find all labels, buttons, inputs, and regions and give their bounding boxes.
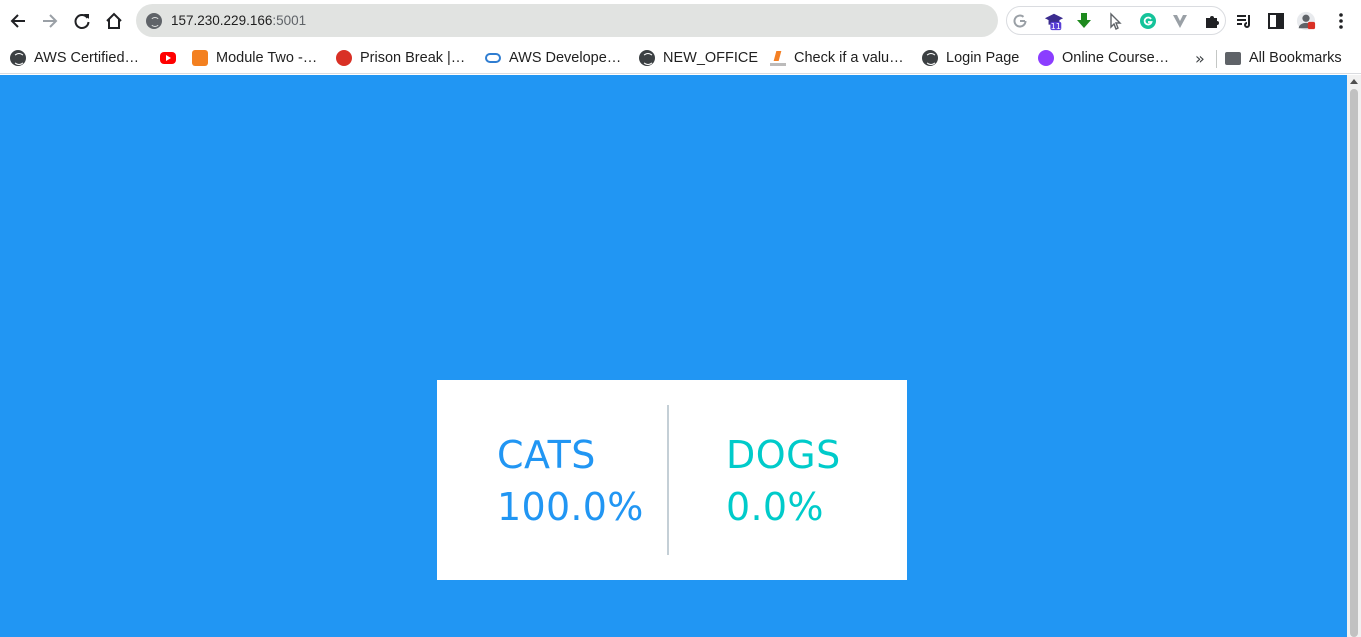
- scroll-up-arrow-icon[interactable]: [1350, 79, 1358, 84]
- prison-break-icon: [336, 50, 352, 66]
- reload-icon[interactable]: [70, 9, 94, 33]
- browser-toolbar: 157.230.229.166:5001 11: [0, 0, 1361, 42]
- back-arrow-icon[interactable]: [6, 9, 30, 33]
- youtube-icon: [160, 52, 176, 64]
- download-arrow-icon[interactable]: [1074, 11, 1094, 31]
- bookmark-label: NEW_OFFICE: [663, 50, 759, 66]
- all-bookmarks-button[interactable]: All Bookmarks: [1225, 47, 1342, 69]
- menu-kebab-icon[interactable]: [1331, 11, 1351, 31]
- address-bar[interactable]: 157.230.229.166:5001: [136, 4, 998, 37]
- bookmark-check-if-value[interactable]: Check if a valu…: [770, 47, 904, 69]
- bookmark-label: Prison Break |…: [360, 50, 466, 66]
- all-bookmarks-label: All Bookmarks: [1249, 50, 1342, 66]
- bookmark-youtube[interactable]: [160, 47, 184, 69]
- stackoverflow-icon: [770, 50, 786, 66]
- results-card: CATS 100.0% DOGS 0.0%: [437, 380, 907, 580]
- bookmark-aws-certified[interactable]: AWS Certified…: [10, 47, 139, 69]
- bookmark-module-two[interactable]: Module Two -…: [192, 47, 317, 69]
- bookmarks-bar: AWS Certified… Module Two -… Prison Brea…: [0, 42, 1361, 74]
- folder-icon: [1225, 51, 1241, 65]
- globe-icon: [10, 50, 26, 66]
- bookmark-label: Check if a valu…: [794, 50, 904, 66]
- google-icon[interactable]: [1010, 11, 1030, 31]
- site-info-icon[interactable]: [146, 12, 162, 29]
- bookmark-new-office[interactable]: NEW_OFFICE: [639, 47, 758, 69]
- globe-icon: [639, 50, 655, 66]
- reading-list-icon[interactable]: [1234, 11, 1254, 31]
- cursor-icon[interactable]: [1106, 11, 1126, 31]
- aws-icon: [485, 53, 501, 63]
- bookmark-login-page[interactable]: Login Page: [922, 47, 1019, 69]
- page-viewport: CATS 100.0% DOGS 0.0%: [0, 75, 1347, 637]
- forward-arrow-icon[interactable]: [38, 9, 62, 33]
- option-a-percent: 100.0%: [497, 485, 644, 529]
- bookmark-aws-developer[interactable]: AWS Develope…: [485, 47, 621, 69]
- bookmarks-separator: [1216, 50, 1217, 68]
- option-a-label: CATS: [497, 433, 596, 477]
- bookmark-label: Online Course…: [1062, 50, 1170, 66]
- cube-icon: [192, 50, 208, 66]
- bookmark-online-course[interactable]: Online Course…: [1038, 47, 1169, 69]
- course-icon: [1038, 50, 1054, 66]
- bookmark-prison-break[interactable]: Prison Break |…: [336, 47, 465, 69]
- puzzle-extensions-icon[interactable]: [1202, 11, 1222, 31]
- option-a-result: CATS 100.0%: [497, 430, 644, 534]
- scrollbar-thumb[interactable]: [1350, 89, 1358, 637]
- results-divider: [667, 405, 669, 555]
- globe-icon: [922, 50, 938, 66]
- vertical-scrollbar[interactable]: [1347, 75, 1361, 637]
- vimium-icon[interactable]: [1170, 11, 1190, 31]
- bookmark-label: AWS Certified…: [34, 50, 140, 66]
- more-bookmarks-chevron-icon[interactable]: »: [1195, 49, 1205, 68]
- bookmark-label: Login Page: [946, 50, 1020, 66]
- side-panel-icon[interactable]: [1266, 11, 1286, 31]
- graduation-cap-icon[interactable]: 11: [1044, 11, 1064, 31]
- bookmark-label: AWS Develope…: [509, 50, 622, 66]
- url-text[interactable]: 157.230.229.166:5001: [171, 13, 306, 28]
- svg-text:11: 11: [1051, 21, 1061, 31]
- profile-avatar-icon[interactable]: [1296, 11, 1316, 31]
- option-b-percent: 0.0%: [726, 485, 824, 529]
- option-b-result: DOGS 0.0%: [726, 430, 841, 534]
- option-b-label: DOGS: [726, 433, 841, 477]
- bookmark-label: Module Two -…: [216, 50, 318, 66]
- home-icon[interactable]: [102, 9, 126, 33]
- grammarly-icon[interactable]: [1138, 11, 1158, 31]
